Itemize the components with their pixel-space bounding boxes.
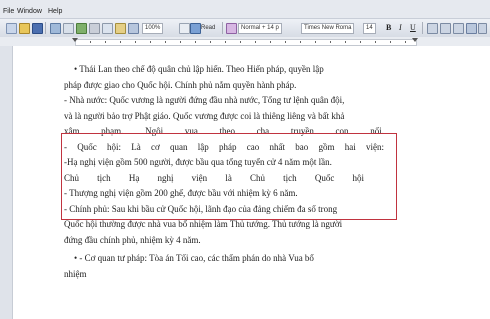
- ruler-tick: [360, 41, 361, 43]
- menu-file[interactable]: File: [3, 8, 14, 15]
- ruler-tick: [165, 41, 166, 43]
- doc-line-13: • - Cơ quan tư pháp: Tòa án Tối cao, các…: [74, 253, 314, 263]
- bold-button[interactable]: B: [386, 23, 391, 32]
- doc-line-12: đứng đầu chính phủ, nhiệm kỳ 4 năm.: [64, 234, 201, 245]
- menu-bar: File Window Help: [0, 0, 490, 18]
- print-preview-icon[interactable]: [63, 23, 74, 34]
- read-button[interactable]: Read: [201, 25, 215, 31]
- paste-icon[interactable]: [115, 23, 126, 34]
- left-indent-marker[interactable]: [72, 38, 78, 42]
- doc-line-1: • Thái Lan theo chế độ quân chủ lập hiến…: [74, 64, 324, 74]
- ruler-tick: [195, 41, 196, 43]
- read-mode-icon[interactable]: [190, 23, 201, 34]
- toolbar-separator: [422, 22, 423, 34]
- doc-line-2: pháp được giao cho Quốc hội. Chính phủ n…: [64, 79, 297, 90]
- vertical-ruler: [0, 46, 13, 319]
- ruler-tick: [375, 41, 376, 43]
- toolbar-separator: [45, 22, 46, 34]
- ruler-tick: [300, 41, 301, 43]
- save-icon[interactable]: [32, 23, 43, 34]
- ruler-tick: [225, 41, 226, 43]
- highlight-box: [61, 133, 397, 220]
- formatting-toolbar: 100% Read Normal + 14 p Times New Roma 1…: [0, 18, 490, 38]
- ruler-text-area: [75, 39, 417, 46]
- align-left-icon[interactable]: [427, 23, 438, 34]
- ruler-tick: [390, 41, 391, 43]
- ruler-tick: [120, 41, 121, 43]
- ruler-tick: [285, 41, 286, 43]
- right-indent-marker[interactable]: [412, 38, 418, 42]
- font-size-select[interactable]: 14: [363, 23, 376, 34]
- menu-help[interactable]: Help: [48, 8, 62, 15]
- open-folder-icon[interactable]: [19, 23, 30, 34]
- font-select[interactable]: Times New Roma: [301, 23, 355, 34]
- ruler-tick: [405, 41, 406, 43]
- styles-icon[interactable]: [226, 23, 237, 34]
- copy-icon[interactable]: [102, 23, 113, 34]
- zoom-select[interactable]: 100%: [142, 23, 164, 34]
- ruler-tick: [90, 41, 91, 43]
- cut-icon[interactable]: [89, 23, 100, 34]
- doc-line-14: nhiệm: [64, 268, 87, 279]
- ruler-tick: [210, 41, 211, 43]
- justify-icon[interactable]: [466, 23, 477, 34]
- align-right-icon[interactable]: [453, 23, 464, 34]
- ruler-tick: [270, 41, 271, 43]
- spelling-icon[interactable]: [76, 23, 87, 34]
- ruler-tick: [345, 41, 346, 43]
- align-center-icon[interactable]: [440, 23, 451, 34]
- style-select[interactable]: Normal + 14 p: [238, 23, 282, 34]
- ruler-tick: [240, 41, 241, 43]
- toolbar-separator: [222, 22, 223, 34]
- print-icon[interactable]: [50, 23, 61, 34]
- ruler-tick: [330, 41, 331, 43]
- menu-window[interactable]: Window: [17, 8, 42, 15]
- ruler-tick: [315, 41, 316, 43]
- ruler-tick: [135, 41, 136, 43]
- doc-line-3: - Nhà nước: Quốc vương là người đứng đầu…: [64, 95, 345, 105]
- ruler-tick: [105, 41, 106, 43]
- new-document-icon[interactable]: [6, 23, 17, 34]
- underline-button[interactable]: U: [410, 23, 416, 32]
- help-icon[interactable]: [179, 23, 190, 34]
- italic-button[interactable]: I: [399, 23, 402, 32]
- ruler-tick: [255, 41, 256, 43]
- ruler-tick: [180, 41, 181, 43]
- doc-line-4: và là người bảo trợ Phật giáo. Quốc vươn…: [64, 110, 345, 121]
- ruler-tick: [150, 41, 151, 43]
- table-icon[interactable]: [128, 23, 139, 34]
- line-spacing-icon[interactable]: [478, 23, 487, 34]
